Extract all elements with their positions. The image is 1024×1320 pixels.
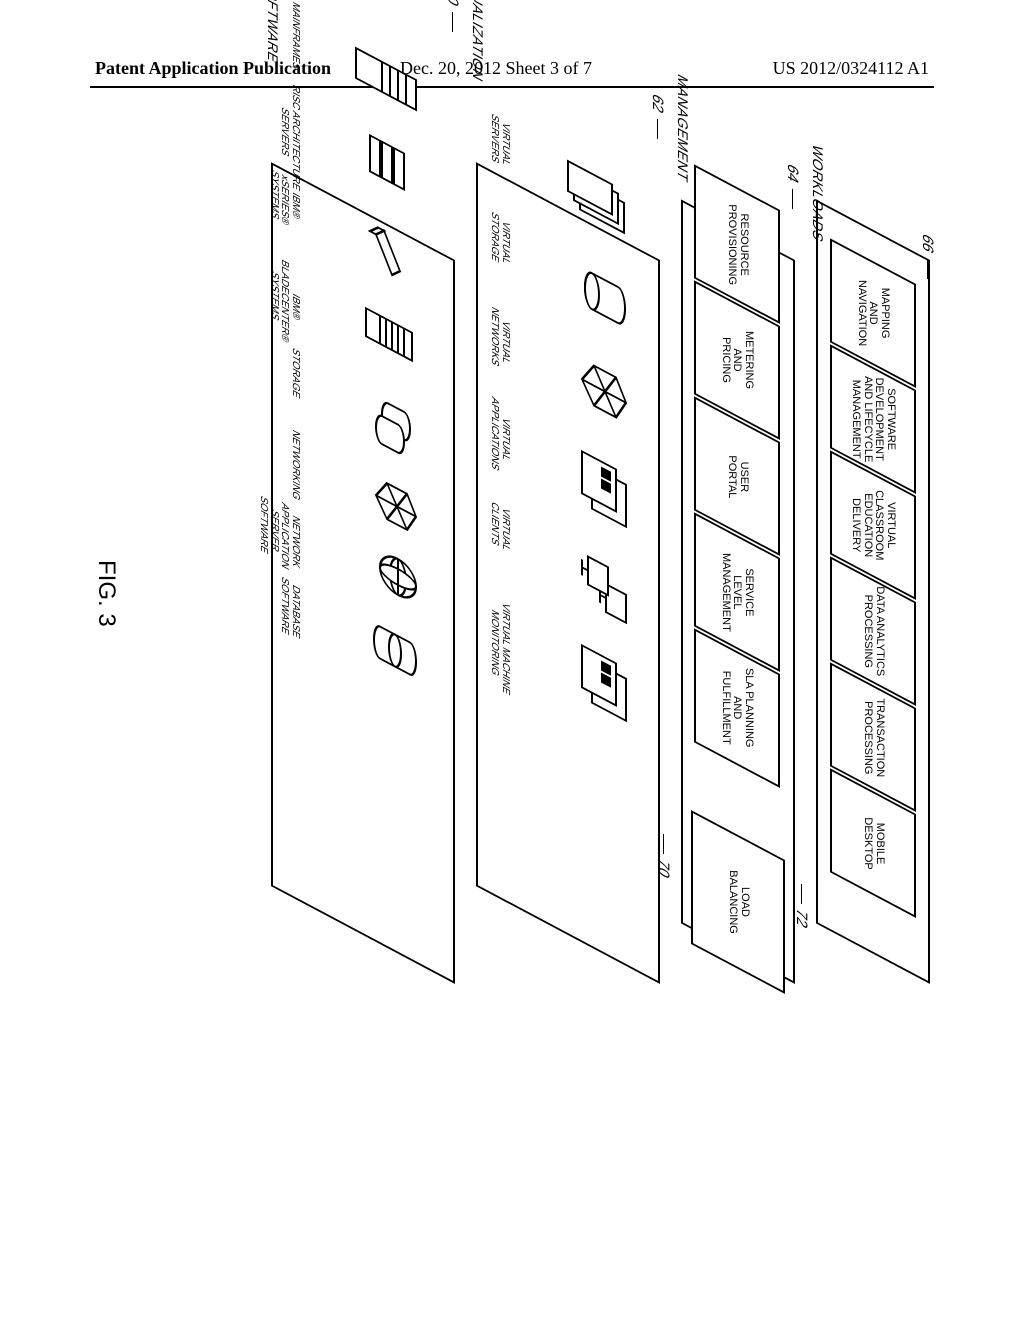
- header-sheet: Dec. 20, 2012 Sheet 3 of 7: [400, 58, 592, 79]
- layer-title-hwsoft: HARDWARE AND SOFTWARE: [265, 0, 281, 67]
- label-virtual-servers: VIRTUAL SERVERS: [489, 111, 510, 170]
- label-bladecenter: IBM® BLADECENTER® SYSTEMS: [269, 252, 301, 350]
- layer-virtualization-frame: [476, 162, 660, 984]
- mainframe-icon: [352, 42, 420, 116]
- figure-label: FIG. 3: [92, 560, 120, 627]
- label-networking: NETWORKING: [290, 427, 301, 501]
- label-storage: STORAGE: [290, 345, 301, 399]
- layer-title-virtualization: VIRTUALIZATION: [470, 0, 486, 85]
- label-database-sw: DATABASE SOFTWARE: [279, 574, 300, 641]
- ref-60: 60: [444, 0, 461, 9]
- label-vm-monitoring: VIRTUAL MACHINE MONITORING: [489, 594, 510, 696]
- layer-title-workloads: WORKLOADS: [810, 141, 826, 245]
- label-virtual-networks: VIRTUAL NETWORKS: [489, 304, 510, 373]
- ref-72: 72: [793, 905, 810, 931]
- ref-64: 64: [784, 160, 801, 186]
- ref-66: 66: [919, 230, 936, 256]
- risc-server-icon: [360, 124, 420, 204]
- layer-title-management: MANAGEMENT: [675, 71, 691, 185]
- label-virtual-applications: VIRTUAL APPLICATIONS: [489, 394, 510, 477]
- ref-62: 62: [649, 90, 666, 116]
- figure-3-diagram: WORKLOADS MANAGEMENT VIRTUALIZATION HARD…: [80, 220, 940, 1000]
- header-pubnum: US 2012/0324112 A1: [773, 58, 929, 79]
- label-mainframes: MAINFRAMES: [290, 0, 301, 71]
- label-virtual-storage: VIRTUAL STORAGE: [489, 209, 510, 269]
- header-rule: [90, 86, 934, 88]
